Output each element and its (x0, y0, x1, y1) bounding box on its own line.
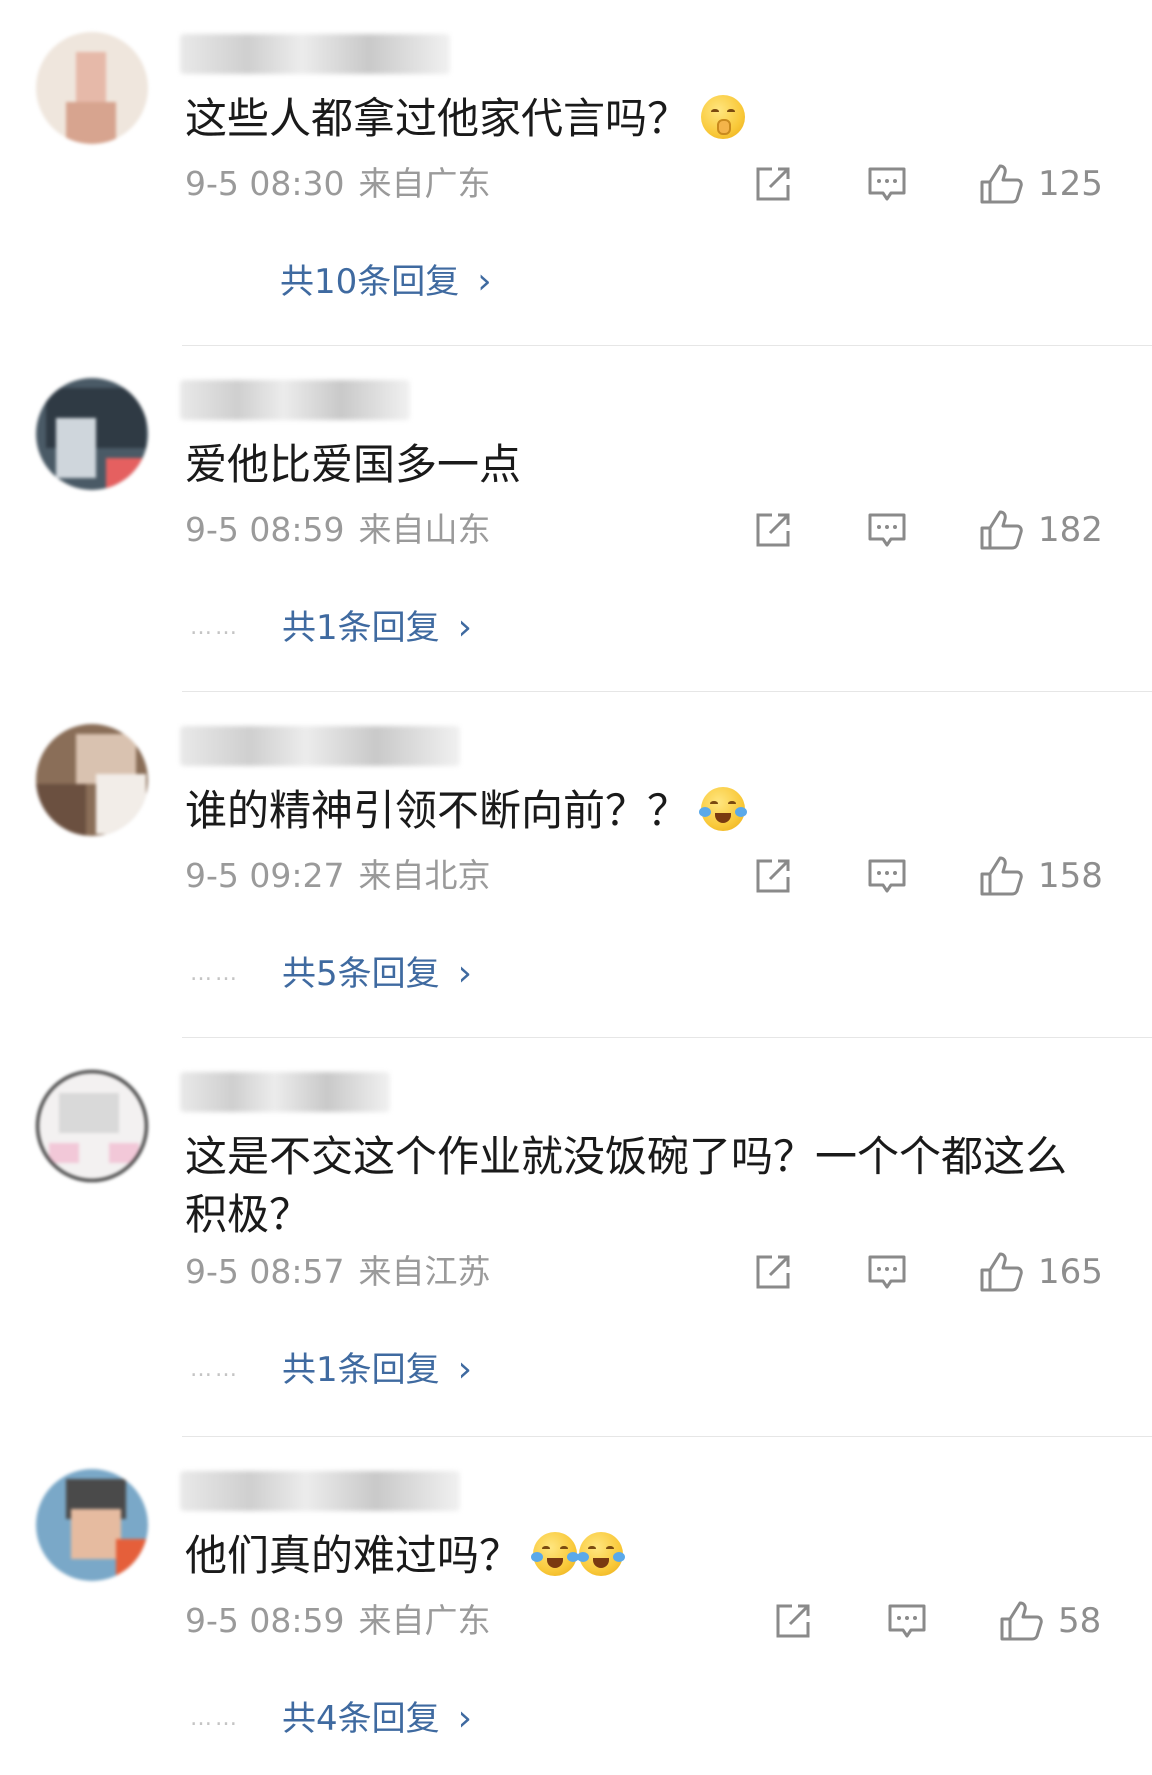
comment-text: 这是不交这个作业就没饭碗了吗？一个个都这么积极？ (185, 1128, 1085, 1244)
view-replies-link[interactable]: …… 共4条回复 › (190, 1697, 472, 1741)
comment-icon (868, 167, 906, 201)
share-icon (756, 859, 790, 893)
reply-button[interactable] (866, 162, 908, 206)
share-icon (756, 513, 790, 547)
reply-button[interactable] (866, 508, 908, 552)
comment-meta: 9-5 09:27 来自北京 (185, 856, 491, 896)
share-icon (776, 1604, 810, 1638)
comment-meta: 9-5 08:57 来自江苏 (185, 1252, 491, 1292)
like-button[interactable]: 125 (978, 162, 1103, 206)
comment-text-content: 这是不交这个作业就没饭碗了吗？一个个都这么积极？ (185, 1132, 1068, 1239)
chevron-right-icon: › (457, 1698, 473, 1739)
avatar[interactable] (36, 1070, 148, 1182)
avatar[interactable] (36, 1469, 148, 1581)
replies-label: 共1条回复 (282, 608, 440, 648)
replies-label: 共4条回复 (282, 1699, 440, 1739)
like-count: 125 (1038, 164, 1103, 204)
like-count: 165 (1038, 1252, 1103, 1292)
comment-text: 他们真的难过吗？ (185, 1527, 1085, 1585)
divider (182, 1037, 1152, 1038)
comment-date: 9-5 08:30 (185, 164, 345, 203)
username[interactable]: 嘻嘻 (180, 34, 450, 74)
like-count: 58 (1058, 1601, 1102, 1641)
comment-location: 来自北京 (358, 856, 491, 895)
divider (182, 1436, 1152, 1437)
comment-date: 9-5 08:57 (185, 1252, 345, 1291)
comment-text: 这些人都拿过他家代言吗？ (185, 90, 1085, 148)
shushing-face-icon (701, 95, 746, 139)
reply-button[interactable] (886, 1599, 928, 1643)
thumbs-up-icon (980, 510, 1023, 550)
username[interactable] (180, 380, 410, 420)
avatar[interactable] (36, 378, 148, 490)
comment-text-content: 这些人都拿过他家代言吗？ (185, 94, 690, 143)
share-icon (756, 167, 790, 201)
reply-button[interactable] (866, 1250, 908, 1294)
thumbs-up-icon (980, 164, 1023, 204)
share-button[interactable] (752, 162, 794, 206)
comment-location: 来自广东 (358, 164, 491, 203)
chevron-right-icon: › (457, 1349, 473, 1390)
replies-label: 共1条回复 (282, 1350, 440, 1390)
username[interactable] (180, 726, 460, 766)
view-replies-link[interactable]: …… 共1条回复 › (190, 606, 472, 650)
laugh-cry-icon (531, 1532, 580, 1576)
comment-meta: 9-5 08:30 来自广东 (185, 164, 491, 204)
username[interactable] (180, 1072, 390, 1112)
comment-text: 爱他比爱国多一点 (185, 436, 1085, 494)
chevron-right-icon: › (457, 953, 473, 994)
divider (182, 345, 1152, 346)
avatar[interactable] (36, 32, 148, 144)
username[interactable] (180, 1471, 460, 1511)
share-icon (756, 1255, 790, 1289)
comment-location: 来自广东 (358, 1601, 491, 1640)
view-replies-link[interactable]: …… 共1条回复 › (190, 1348, 472, 1392)
comment-location: 来自江苏 (358, 1252, 491, 1291)
reply-dots: …… (190, 1706, 240, 1731)
comment-location: 来自山东 (358, 510, 491, 549)
view-replies-link[interactable]: 共10条回复 › (280, 260, 492, 304)
comment-icon (868, 513, 906, 547)
like-button[interactable]: 165 (978, 1250, 1103, 1294)
like-button[interactable]: 158 (978, 854, 1103, 898)
chevron-right-icon: › (477, 261, 492, 302)
comment-date: 9-5 09:27 (185, 856, 345, 895)
like-count: 182 (1038, 510, 1103, 550)
reply-dots: …… (190, 1357, 240, 1382)
reply-dots: …… (190, 615, 240, 640)
comment-date: 9-5 08:59 (185, 1601, 345, 1640)
like-button[interactable]: 58 (998, 1599, 1101, 1643)
share-button[interactable] (772, 1599, 814, 1643)
comment-text: 谁的精神引领不断向前？？ (185, 782, 1085, 840)
share-button[interactable] (752, 854, 794, 898)
comment-text-content: 爱他比爱国多一点 (185, 440, 522, 489)
reply-button[interactable] (866, 854, 908, 898)
share-button[interactable] (752, 508, 794, 552)
comment-text-content: 他们真的难过吗？ (185, 1531, 522, 1580)
divider (182, 691, 1152, 692)
thumbs-up-icon (1000, 1601, 1043, 1641)
replies-label: 共5条回复 (282, 954, 440, 994)
comment-text-content: 谁的精神引领不断向前？？ (185, 786, 690, 835)
comment-icon (888, 1604, 926, 1638)
laugh-cry-icon (699, 787, 748, 831)
comment-feed: 嘻嘻 这些人都拿过他家代言吗？ 9-5 08:30 来自广东 125 共10条回复… (0, 0, 1152, 1775)
share-button[interactable] (752, 1250, 794, 1294)
thumbs-up-icon (980, 1252, 1023, 1292)
comment-icon (868, 859, 906, 893)
replies-label: 共10条回复 (280, 262, 460, 302)
reply-dots: …… (190, 961, 240, 986)
avatar[interactable] (36, 724, 148, 836)
view-replies-link[interactable]: …… 共5条回复 › (190, 952, 472, 996)
laugh-cry-icon (577, 1532, 626, 1576)
thumbs-up-icon (980, 856, 1023, 896)
comment-icon (868, 1255, 906, 1289)
chevron-right-icon: › (457, 607, 473, 648)
comment-meta: 9-5 08:59 来自广东 (185, 1601, 491, 1641)
like-count: 158 (1038, 856, 1103, 896)
comment-meta: 9-5 08:59 来自山东 (185, 510, 491, 550)
comment-date: 9-5 08:59 (185, 510, 345, 549)
like-button[interactable]: 182 (978, 508, 1103, 552)
